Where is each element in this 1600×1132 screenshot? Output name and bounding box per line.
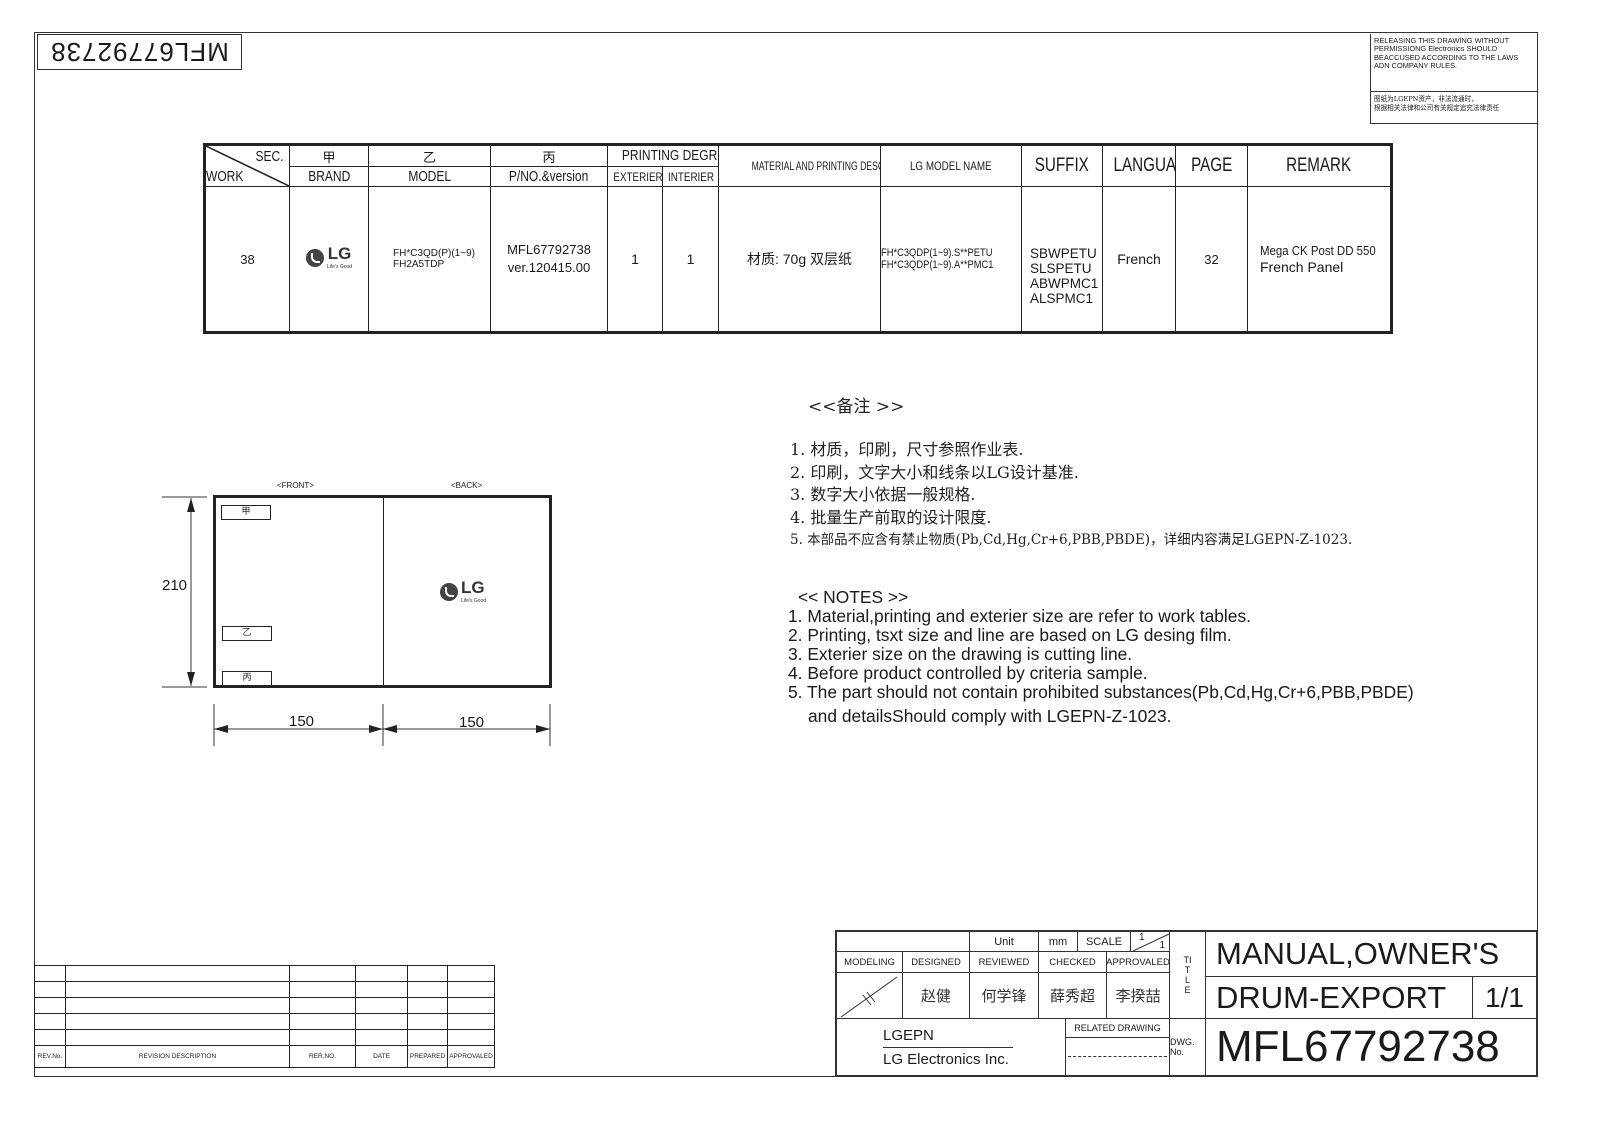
notes-english: << NOTES >> 1. Material,printing and ext… [788,588,1414,726]
role-designed: DESIGNED [902,951,970,973]
note-zh-1: 1. 材质，印刷，尺寸参照作业表. [790,440,1024,459]
note-en-2: 2. Printing, tsxt size and line are base… [788,625,1232,645]
cell-suffix: SBWPETU SLSPETU ABWPMC1 ALSPMC1 [1021,186,1103,333]
unit-label: Unit [969,931,1039,952]
revision-row [34,1029,495,1046]
release-notice-en: RELEASING THIS DRAWING WITHOUT PERMISSIO… [1371,34,1538,92]
rev-header-rer-no: RER.NO. [289,1045,356,1068]
note-en-4: 4. Before product controlled by criteria… [788,663,1148,683]
modeling-na-icon [836,972,903,1019]
title-vertical-label: TITLE [1169,931,1206,1019]
lg-logo-icon: LG Life's Good [305,245,352,270]
signature-reviewed: 何学锋 [969,972,1039,1019]
cell-brand: LG Life's Good [289,186,369,333]
header-remark: REMARK [1247,144,1392,187]
related-drawing-label: RELATED DRAWING [1065,1018,1170,1038]
role-modeling: MODELING [836,951,903,973]
header-suffix: SUFFIX [1021,144,1103,187]
cell-material: 材质: 70g 双层纸 [718,186,881,333]
header-exterier: EXTERIER [607,166,663,187]
revision-table: REV.No. REVISION DESCRIPTION RER.NO. DAT… [34,965,495,1068]
width-dimension-right: 150 [459,714,485,731]
signature-checked: 薛秀超 [1038,972,1107,1019]
header-material: MATERIAL AND PRINTING DESCRIPTION [718,144,881,187]
header-page: PAGE [1175,144,1248,187]
header-brand: BRAND [289,166,369,187]
notes-chinese-title: <<备注 >> [808,397,905,417]
cell-language: French [1102,186,1176,333]
sec-label-bing: 丙 [490,144,608,167]
notes-chinese: <<备注 >> 1. 材质，印刷，尺寸参照作业表. 2. 印刷，文字大小和线条以… [790,392,1352,552]
rev-header-approvaled: APPROVALED [447,1045,495,1068]
rev-header-prepared: PREPARED [407,1045,448,1068]
note-zh-2: 2. 印刷，文字大小和线条以LG设计基准. [790,462,1079,482]
revision-row [34,997,495,1014]
dimension-lines [162,496,551,746]
title-line-1: MANUAL,OWNER'S [1205,931,1537,977]
front-label: <FRONT> [277,481,314,490]
header-language: LANGUAGE [1102,144,1176,187]
sheet-number: 1/1 [1472,976,1537,1019]
revision-row [34,1013,495,1030]
scale-value: 1 1 [1130,931,1170,952]
note-zh-4: 4. 批量生产前取的设计限度. [790,507,992,527]
sec-label-jia: 甲 [289,144,369,167]
header-lg-model-name: LG MODEL NAME [880,144,1022,187]
cell-exterier: 1 [607,186,663,333]
dwg-no-label: DWG. No. [1169,1018,1206,1076]
release-notice: RELEASING THIS DRAWING WITHOUT PERMISSIO… [1370,34,1538,124]
header-pno: P/NO.&version [490,166,608,187]
revision-row [34,965,495,982]
role-reviewed: REVIEWED [969,951,1039,973]
mirrored-part-number: MFL67792738 [37,34,242,70]
cell-page: 32 [1175,186,1248,333]
rev-header-date: DATE [355,1045,408,1068]
sec-work-corner: SEC. WORK [204,144,290,187]
scale-label: SCALE [1077,931,1131,952]
work-table: SEC. WORK 甲 乙 丙 PRINTING DEGREE MATERIAL… [203,143,1393,334]
revision-row [34,981,495,998]
note-en-5: 5. The part should not contain prohibite… [788,682,1414,702]
sec-label-yi: 乙 [368,144,491,167]
role-approvaled: APPROVALED [1106,951,1170,973]
note-en-1: 1. Material,printing and exterier size a… [788,606,1251,626]
note-zh-3: 3. 数字大小依据一般规格. [790,485,976,504]
cell-work: 38 [204,186,290,333]
role-checked: CHECKED [1038,951,1107,973]
rev-header-no: REV.No. [34,1045,66,1068]
dwg-number: MFL67792738 [1205,1018,1537,1076]
title-line-2: DRUM-EXPORT [1205,976,1473,1019]
related-drawing-value [1065,1037,1170,1076]
signature-designed: 赵健 [902,972,970,1019]
height-dimension: 210 [162,577,188,594]
header-interier: INTERIER [662,166,719,187]
width-dimension-left: 150 [289,713,315,730]
cell-lg-model-name: FH*C3QDP(1~9).S**PETU FH*C3QDP(1~9).A**P… [880,186,1022,333]
table-row: 38 LG Life's Good FH*C3QD(P)(1~9) FH2A5TD… [204,186,1392,333]
note-en-5-cont: and detailsShould comply with LGEPN-Z-10… [808,706,1172,726]
note-en-3: 3. Exterier size on the drawing is cutti… [788,644,1133,664]
cell-pno: MFL67792738 ver.120415.00 [490,186,608,333]
signature-approvaled: 李揆喆 [1106,972,1170,1019]
rev-header-description: REVISION DESCRIPTION [65,1045,290,1068]
cell-remark: Mega CK Post DD 550 French Panel [1247,186,1392,333]
release-notice-zh: 图纸为LGEPN资产，非法流通时， 根据相关法律和公司有关规定追究法律责任 [1374,95,1500,112]
cell-interier: 1 [662,186,719,333]
revision-header-row: REV.No. REVISION DESCRIPTION RER.NO. DAT… [34,1045,495,1068]
header-model: MODEL [368,166,491,187]
cell-model: FH*C3QD(P)(1~9) FH2A5TDP [368,186,491,333]
company-info: LGEPN LG Electronics Inc. [836,1018,1066,1076]
unit-value: mm [1038,931,1078,952]
header-printing-degree: PRINTING DEGREE [607,144,719,167]
note-zh-5: 5. 本部品不应含有禁止物质(Pb,Cd,Hg,Cr+6,PBB,PBDE)，详… [790,532,1353,548]
back-label: <BACK> [451,481,483,490]
notes-english-title: << NOTES >> [798,587,909,607]
title-block: Unit mm SCALE 1 1 MODELING DESIGNED REVI… [835,930,1538,1077]
